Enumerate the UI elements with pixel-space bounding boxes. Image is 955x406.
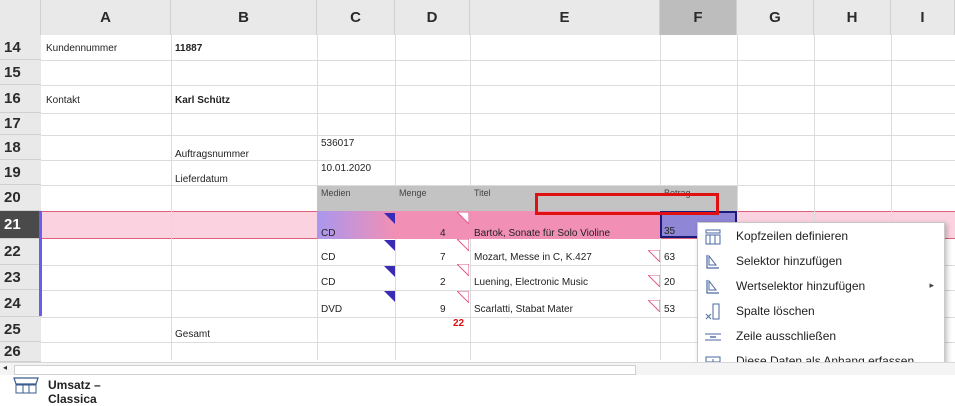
cell-auftragsnummer-value[interactable]: 536017: [321, 138, 354, 149]
cell-menge-1[interactable]: 4: [440, 228, 446, 239]
column-header-d[interactable]: D: [395, 0, 470, 35]
exclude-row-icon: [705, 333, 721, 341]
menu-item-label: Selektor hinzufügen: [736, 254, 843, 268]
row-header-16[interactable]: 16: [0, 85, 41, 113]
cell-marker: [648, 300, 660, 312]
cell-marker: [648, 275, 660, 287]
column-header-g[interactable]: G: [737, 0, 814, 35]
column-header-f[interactable]: F: [660, 0, 737, 35]
select-all-corner[interactable]: [0, 0, 41, 35]
column-header-h[interactable]: H: [814, 0, 891, 35]
menu-item-spalte-loeschen[interactable]: Spalte löschen: [698, 300, 944, 324]
selector-icon: [706, 254, 719, 269]
cell-marker: [457, 212, 469, 224]
row-header-25[interactable]: 25: [0, 317, 41, 342]
cell-menge-3[interactable]: 2: [440, 277, 446, 288]
column-header-b[interactable]: B: [171, 0, 317, 35]
cell-titel-3[interactable]: Luening, Electronic Music: [474, 277, 588, 288]
grid-line: [41, 160, 955, 161]
sheet-tab-bar: Umsatz – Classica: [0, 375, 955, 406]
delete-column-icon: [705, 303, 720, 320]
cell-medien-1[interactable]: CD: [321, 228, 335, 239]
cell-gesamt-value[interactable]: 22: [453, 318, 464, 329]
scrollbar-thumb[interactable]: [14, 365, 636, 375]
cell-titel-4[interactable]: Scarlatti, Stabat Mater: [474, 304, 573, 315]
row-header-18[interactable]: 18: [0, 135, 41, 160]
scroll-left-icon[interactable]: ◂: [3, 363, 7, 372]
cell-marker: [384, 291, 395, 302]
cell-lieferdatum-label[interactable]: Lieferdatum: [175, 174, 228, 185]
row-header-22[interactable]: 22: [0, 239, 41, 265]
cell-kundennummer-value[interactable]: 11887: [175, 43, 202, 54]
menu-item-label: Kopfzeilen definieren: [736, 229, 849, 243]
cell-kontakt-label[interactable]: Kontakt: [46, 95, 80, 106]
row-header-23[interactable]: 23: [0, 265, 41, 290]
row-header-14[interactable]: 14: [0, 35, 41, 60]
cell-marker: [648, 250, 660, 262]
cell-marker: [457, 239, 469, 251]
cell-marker: [457, 264, 469, 276]
row-header-21[interactable]: 21: [0, 211, 41, 239]
menu-item-kopfzeilen-definieren[interactable]: Kopfzeilen definieren: [698, 225, 944, 249]
menu-item-zeile-ausschliessen[interactable]: Zeile ausschließen: [698, 325, 944, 349]
table-header-menge[interactable]: Menge: [399, 188, 427, 198]
row-header-24[interactable]: 24: [0, 290, 41, 317]
menu-item-label: Zeile ausschließen: [736, 329, 837, 343]
cell-marker: [384, 240, 395, 251]
menu-item-selektor-hinzufuegen[interactable]: Selektor hinzufügen: [698, 250, 944, 274]
column-header-a[interactable]: A: [41, 0, 171, 35]
sheet-tab-label: Umsatz – Classica: [48, 378, 101, 406]
row-header-15[interactable]: 15: [0, 60, 41, 85]
column-header-c[interactable]: C: [317, 0, 395, 35]
cell-medien-3[interactable]: CD: [321, 277, 335, 288]
grid-line: [171, 35, 172, 360]
table-header-titel[interactable]: Titel: [474, 188, 491, 198]
cell-menge-2[interactable]: 7: [440, 252, 446, 263]
column-header-bar: A B C D E F G H I: [0, 0, 955, 35]
cell-marker: [384, 266, 395, 277]
menu-item-label: Spalte löschen: [736, 304, 815, 318]
cell-titel-2[interactable]: Mozart, Messe in C, K.427: [474, 252, 592, 263]
cell-titel-1[interactable]: Bartok, Sonate für Solo Violine: [474, 228, 610, 239]
cell-menge-4[interactable]: 9: [440, 304, 446, 315]
value-selector-icon: [706, 279, 719, 294]
context-menu: Kopfzeilen definieren Selektor hinzufüge…: [697, 222, 945, 377]
sheet-tab-umsatz-classica[interactable]: Umsatz – Classica: [8, 375, 151, 406]
cell-gesamt-label[interactable]: Gesamt: [175, 329, 210, 340]
column-header-e[interactable]: E: [470, 0, 660, 35]
cell-lieferdatum-value[interactable]: 10.01.2020: [321, 163, 371, 174]
horizontal-scrollbar[interactable]: ◂: [0, 362, 955, 375]
row-group-marker: [39, 211, 42, 316]
cell-medien-4[interactable]: DVD: [321, 304, 342, 315]
row-header-17[interactable]: 17: [0, 113, 41, 135]
cell-kontakt-value[interactable]: Karl Schütz: [175, 95, 230, 106]
grid-line: [41, 85, 955, 86]
menu-item-label: Wertselektor hinzufügen: [736, 279, 866, 293]
sheet-table-icon: [13, 377, 39, 394]
submenu-arrow-icon: ▸: [929, 280, 934, 290]
highlight-box: [535, 193, 719, 215]
cell-kundennummer-label[interactable]: Kundennummer: [46, 43, 117, 54]
grid-line: [41, 60, 955, 61]
grid-line: [41, 113, 955, 114]
row-header-19[interactable]: 19: [0, 160, 41, 185]
row-header-20[interactable]: 20: [0, 185, 41, 211]
menu-item-wertselektor-hinzufuegen[interactable]: Wertselektor hinzufügen ▸: [698, 275, 944, 299]
header-rows-icon: [705, 229, 721, 245]
cell-marker: [384, 213, 395, 224]
cell-medien-2[interactable]: CD: [321, 252, 335, 263]
column-header-i[interactable]: I: [891, 0, 955, 35]
table-header-medien[interactable]: Medien: [321, 188, 351, 198]
grid-line: [41, 135, 955, 136]
cell-auftragsnummer-label[interactable]: Auftragsnummer: [175, 149, 249, 160]
cell-marker: [457, 291, 469, 303]
row-header-26[interactable]: 26: [0, 342, 41, 362]
